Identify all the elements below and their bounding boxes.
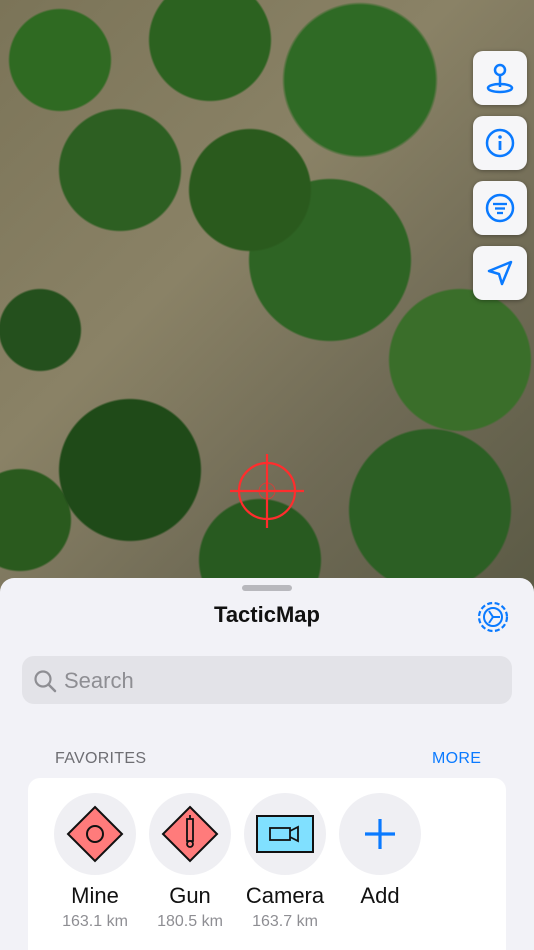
favorite-distance: 163.1 km (62, 913, 128, 930)
search-field[interactable]: Search (22, 656, 512, 704)
add-favorite-button[interactable]: Add (333, 793, 427, 909)
gear-icon[interactable] (476, 600, 510, 634)
plus-icon (365, 819, 395, 849)
favorite-name: Mine (71, 883, 119, 908)
search-placeholder: Search (64, 668, 134, 693)
favorites-card: Mine 163.1 km Gun 180.5 km Camera 163.7 … (28, 778, 506, 950)
info-button[interactable] (473, 116, 527, 170)
list-button[interactable] (473, 181, 527, 235)
sheet-grabber[interactable] (242, 585, 292, 591)
favorite-mine[interactable]: Mine 163.1 km (48, 793, 142, 931)
mine-icon (66, 805, 124, 863)
search-icon (34, 670, 57, 693)
more-button[interactable]: MORE (432, 750, 481, 768)
gun-icon (161, 805, 219, 863)
favorite-distance: 180.5 km (157, 913, 223, 930)
favorite-name: Camera (245, 883, 325, 908)
favorite-name: Gun (169, 883, 211, 908)
current-location-button[interactable] (473, 246, 527, 300)
favorite-distance: 163.7 km (252, 913, 318, 930)
favorite-camera[interactable]: Camera 163.7 km (238, 793, 332, 931)
camera-icon (256, 815, 314, 853)
map-pin-icon (486, 63, 514, 94)
favorites-heading: FAVORITES (55, 750, 147, 767)
crosshair-icon (230, 454, 304, 528)
location-arrow-icon (487, 260, 513, 286)
satellite-map[interactable] (0, 0, 534, 600)
favorite-name: Add (360, 883, 400, 908)
app-title: TacticMap (214, 602, 320, 627)
info-icon (485, 128, 515, 158)
favorite-gun[interactable]: Gun 180.5 km (143, 793, 237, 931)
bottom-sheet: TacticMap Search FAVORITES MORE Mine 163… (0, 578, 534, 950)
list-icon (485, 193, 515, 223)
drop-pin-button[interactable] (473, 51, 527, 105)
